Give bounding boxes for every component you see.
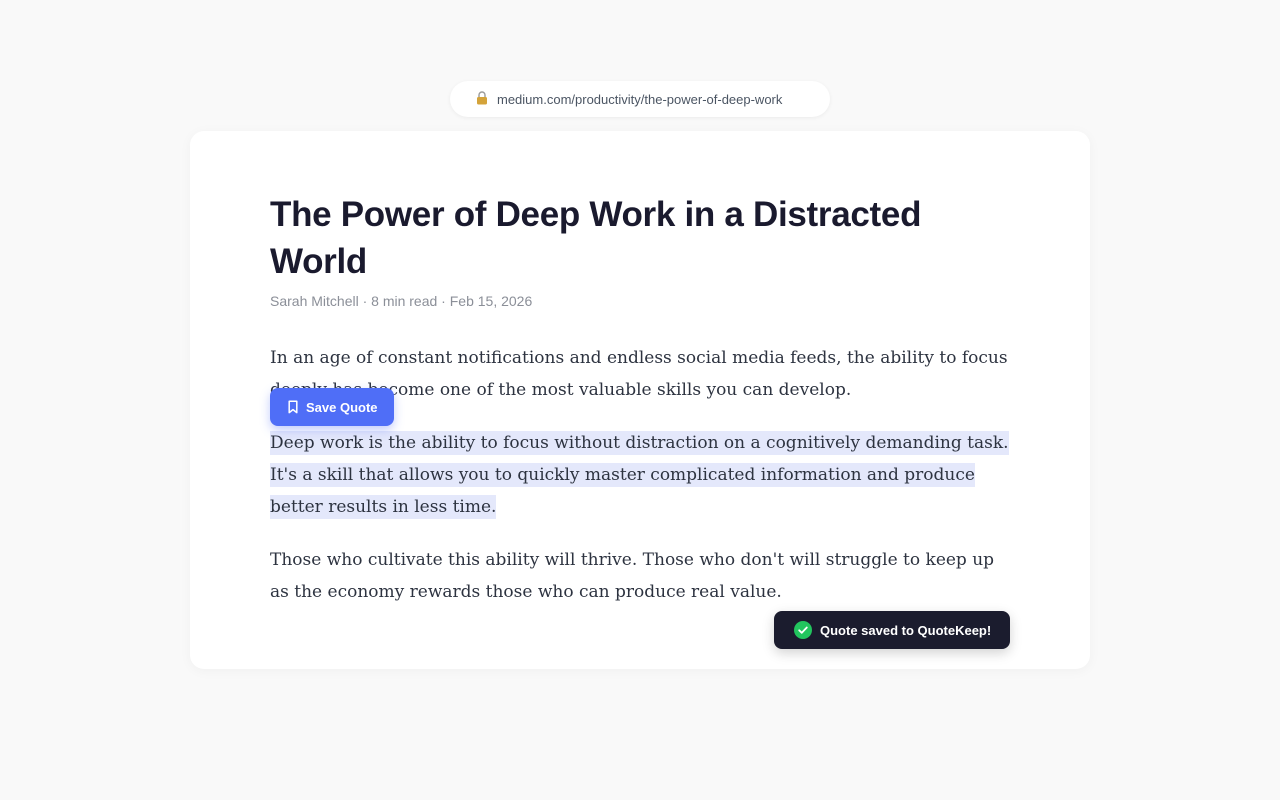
article-card: The Power of Deep Work in a Distracted W…: [190, 131, 1090, 669]
article-meta: Sarah Mitchell · 8 min read · Feb 15, 20…: [270, 293, 533, 309]
save-quote-label: Save Quote: [306, 399, 378, 415]
lock-icon: [476, 91, 488, 105]
toast-notification: Quote saved to QuoteKeep!: [774, 611, 1010, 649]
toast-message: Quote saved to QuoteKeep!: [820, 622, 992, 638]
article-paragraph: Those who cultivate this ability will th…: [270, 550, 995, 602]
save-quote-button[interactable]: Save Quote: [270, 388, 394, 426]
bookmark-icon: [288, 400, 298, 414]
address-bar-url: medium.com/productivity/the-power-of-dee…: [497, 91, 783, 107]
article-title: The Power of Deep Work in a Distracted W…: [270, 195, 922, 281]
address-bar[interactable]: medium.com/productivity/the-power-of-dee…: [450, 81, 830, 117]
article-paragraph-selected[interactable]: Deep work is the ability to focus withou…: [270, 427, 1010, 523]
check-circle-icon: [794, 621, 812, 639]
text-selection-highlight[interactable]: Deep work is the ability to focus withou…: [270, 431, 1009, 519]
